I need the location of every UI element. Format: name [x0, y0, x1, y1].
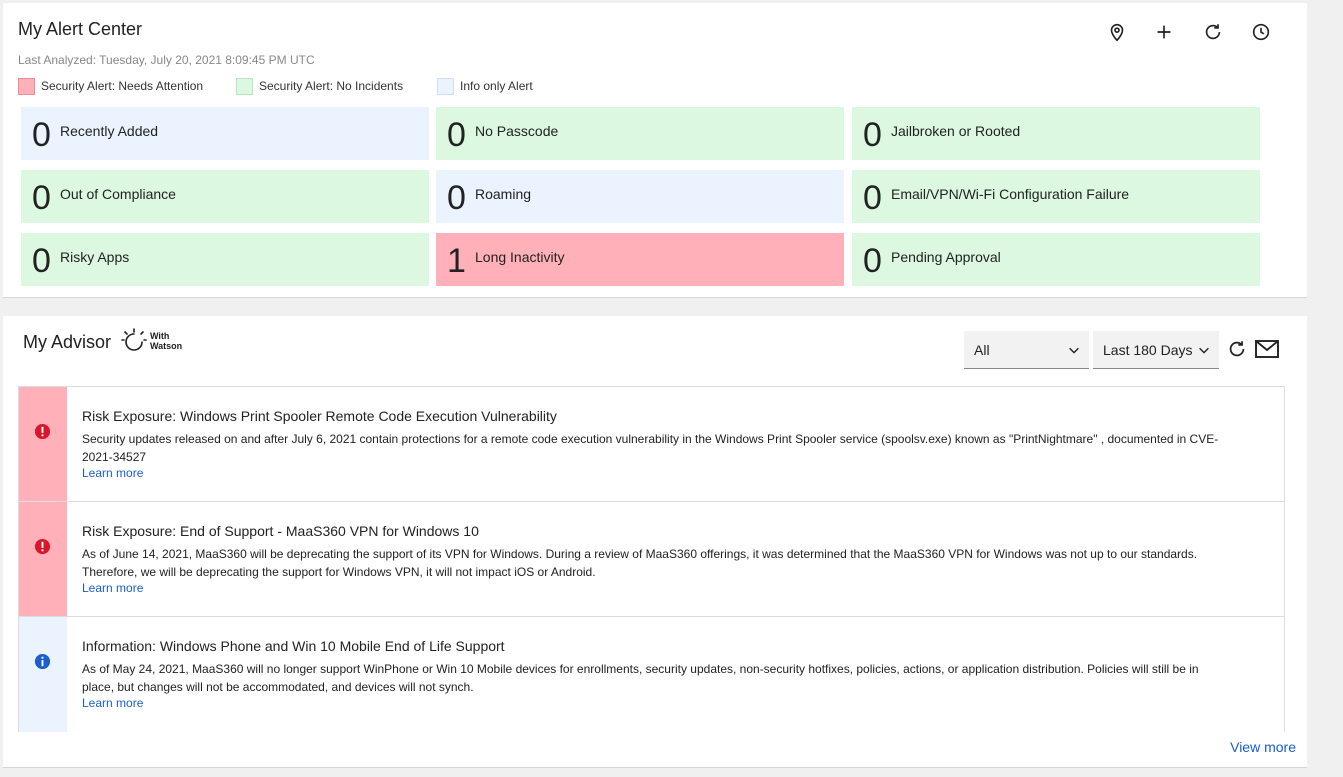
chevron-down-icon — [1069, 347, 1079, 354]
legend-no-incidents: Security Alert: No Incidents — [236, 77, 403, 95]
exclamation-icon — [34, 538, 51, 555]
tile-risky-apps[interactable]: 0 Risky Apps — [21, 233, 429, 286]
advisor-item-body: As of June 14, 2021, MaaS360 will be dep… — [82, 547, 1198, 579]
watson-line-2: Watson — [150, 341, 183, 351]
tile-count: 0 — [32, 242, 51, 280]
tile-label: Jailbroken or Rooted — [891, 123, 1021, 139]
tile-label: Out of Compliance — [60, 186, 176, 202]
filter-dropdown[interactable]: All — [964, 331, 1089, 369]
tile-count: 0 — [447, 116, 466, 154]
tile-long-inactivity[interactable]: 1 Long Inactivity — [436, 233, 844, 286]
exclamation-icon — [34, 423, 51, 440]
watson-icon — [121, 328, 147, 351]
date-range-dropdown[interactable]: Last 180 Days — [1093, 331, 1219, 369]
tile-label: Long Inactivity — [475, 249, 565, 265]
tile-label: Recently Added — [60, 123, 159, 139]
tile-count: 0 — [447, 179, 466, 217]
tile-recently-added[interactable]: 0 Recently Added — [21, 107, 429, 160]
advisor-item-title: Information: Windows Phone and Win 10 Mo… — [82, 638, 505, 654]
tile-no-passcode[interactable]: 0 No Passcode — [436, 107, 844, 160]
legend-label: Security Alert: Needs Attention — [41, 79, 204, 93]
clock-icon[interactable] — [1250, 21, 1272, 43]
date-range-dropdown-value: Last 180 Days — [1103, 341, 1193, 358]
alert-center-panel: My Alert Center Last Analyzed: Tuesday, … — [3, 3, 1307, 298]
tile-label: No Passcode — [475, 123, 559, 139]
legend-needs-attention: Security Alert: Needs Attention — [18, 77, 203, 95]
legend-label: Security Alert: No Incidents — [259, 79, 404, 93]
legend-info-only: Info only Alert — [437, 77, 533, 95]
refresh-icon[interactable] — [1226, 338, 1248, 360]
watson-logo: With Watson — [121, 328, 182, 354]
tile-label: Email/VPN/Wi-Fi Configuration Failure — [891, 186, 1130, 202]
alert-center-title: My Alert Center — [18, 19, 143, 39]
advisor-item[interactable]: Information: Windows Phone and Win 10 Mo… — [19, 617, 1284, 732]
watson-line-1: With — [150, 331, 170, 341]
advisor-item[interactable]: Risk Exposure: Windows Print Spooler Rem… — [19, 387, 1284, 502]
chevron-down-icon — [1199, 347, 1209, 354]
tile-roaming[interactable]: 0 Roaming — [436, 170, 844, 223]
tile-count: 0 — [32, 116, 51, 154]
advisor-title: My Advisor — [23, 332, 112, 352]
learn-more-link[interactable]: Learn more — [82, 466, 143, 480]
tile-label: Risky Apps — [60, 249, 130, 265]
tile-jailbroken-or-rooted[interactable]: 0 Jailbroken or Rooted — [852, 107, 1260, 160]
legend-swatch — [18, 77, 35, 95]
tile-label: Roaming — [475, 186, 532, 202]
severity-strip — [19, 502, 67, 616]
tile-count: 0 — [863, 242, 882, 280]
tile-label: Pending Approval — [891, 249, 1001, 265]
legend-swatch — [437, 77, 454, 95]
filter-dropdown-value: All — [974, 341, 990, 358]
advisor-item-title: Risk Exposure: Windows Print Spooler Rem… — [82, 408, 557, 424]
last-analyzed-timestamp: Last Analyzed: Tuesday, July 20, 2021 8:… — [18, 53, 315, 67]
advisor-list: Risk Exposure: Windows Print Spooler Rem… — [18, 386, 1285, 732]
tile-config-failure[interactable]: 0 Email/VPN/Wi-Fi Configuration Failure — [852, 170, 1260, 223]
learn-more-link[interactable]: Learn more — [82, 696, 143, 710]
tile-count: 1 — [447, 242, 466, 280]
mail-icon[interactable] — [1254, 338, 1280, 360]
tile-count: 0 — [863, 179, 882, 217]
tile-count: 0 — [863, 116, 882, 154]
legend-label: Info only Alert — [460, 79, 533, 93]
tile-out-of-compliance[interactable]: 0 Out of Compliance — [21, 170, 429, 223]
refresh-icon[interactable] — [1202, 21, 1224, 43]
tile-count: 0 — [32, 179, 51, 217]
view-more-link[interactable]: View more — [1230, 739, 1296, 755]
advisor-panel: My Advisor With Watson All Last 180 Days — [3, 316, 1307, 768]
severity-strip — [19, 387, 67, 501]
advisor-item-body: Security updates released on and after J… — [82, 432, 1219, 464]
tile-pending-approval[interactable]: 0 Pending Approval — [852, 233, 1260, 286]
legend-swatch — [236, 77, 253, 95]
advisor-item[interactable]: Risk Exposure: End of Support - MaaS360 … — [19, 502, 1284, 617]
plus-icon[interactable] — [1153, 21, 1175, 43]
advisor-item-body: As of May 24, 2021, MaaS360 will no long… — [82, 662, 1199, 694]
info-icon — [34, 653, 51, 670]
advisor-item-title: Risk Exposure: End of Support - MaaS360 … — [82, 523, 479, 539]
severity-strip — [19, 617, 67, 732]
learn-more-link[interactable]: Learn more — [82, 581, 143, 595]
location-pin-icon[interactable] — [1106, 21, 1128, 43]
